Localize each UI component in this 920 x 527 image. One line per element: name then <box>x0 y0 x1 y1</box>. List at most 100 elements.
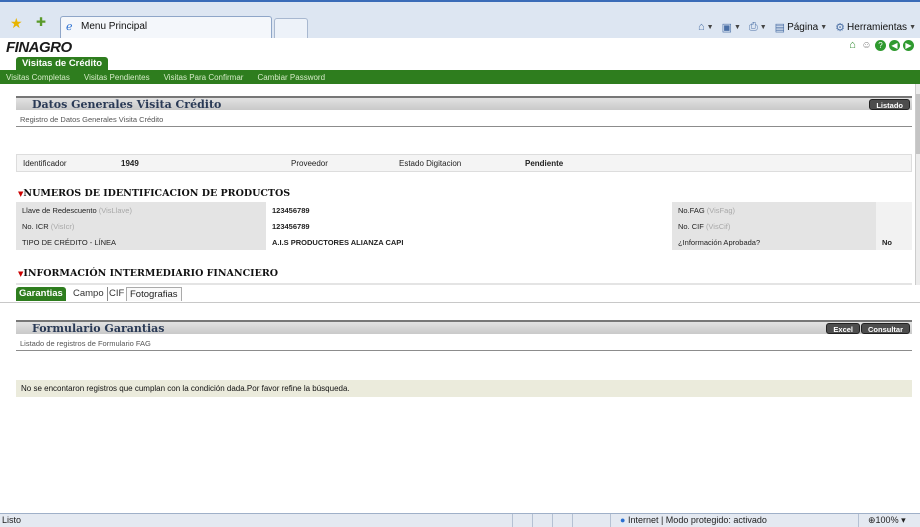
llave-label: Llave de Redescuento (VisLlave) <box>16 202 266 218</box>
cif-label: No. CIF (VisCif) <box>672 218 876 234</box>
chevron-down-icon: ▼ <box>706 23 714 31</box>
vertical-scrollbar[interactable] <box>915 84 920 285</box>
table-row: TIPO DE CRÉDITO - LÍNEA A.I.S PRODUCTORE… <box>16 234 912 250</box>
browser-toolbar: ★ ✚ ℯ Menu Principal ⌂ ▼ ▣ ▼ ⎙ ▼ ▤ Página ▼ ⚙… <box>0 0 920 38</box>
proveedor-label: Proveedor <box>291 159 328 168</box>
status-divider <box>532 514 533 527</box>
tab-campo[interactable]: Campo <box>70 287 108 301</box>
tab-cif[interactable]: CIF <box>106 287 129 301</box>
garantias-panel: Formulario Garantias Excel Consultar Lis… <box>0 303 920 513</box>
cif-value <box>876 218 912 234</box>
browser-tab-menu-principal[interactable]: ℯ Menu Principal <box>60 16 272 38</box>
zoom-control[interactable]: ⊕100% ▾ <box>868 515 906 526</box>
forward-icon[interactable]: ▶ <box>903 40 914 51</box>
home-icon: ⌂ <box>697 21 705 33</box>
add-favorite-icon[interactable]: ✚ <box>36 15 46 29</box>
zone-text: Internet | Modo protegido: activado <box>627 515 767 525</box>
feeds-icon: ▣ <box>721 21 732 34</box>
icr-value: 123456789 <box>266 218 672 234</box>
menu-item-visitas-completas[interactable]: Visitas Completas <box>6 73 70 82</box>
home-command[interactable]: ⌂ ▼ <box>698 21 714 33</box>
zoom-value: 100% <box>875 515 899 525</box>
section-subtitle: Listado de registros de Formulario FAG <box>20 339 151 348</box>
tipo-credito-value: A.I.S PRODUCTORES ALIANZA CAPI <box>266 234 672 250</box>
chevron-down-icon: ▼ <box>909 23 916 31</box>
productos-group-title[interactable]: ▼NUMEROS DE IDENTIFICACION DE PRODUCTOS <box>18 188 290 199</box>
home-icon[interactable]: ⌂ <box>847 40 858 51</box>
excel-button[interactable]: Excel <box>826 323 860 334</box>
section-subtitle: Registro de Datos Generales Visita Crédi… <box>20 115 164 124</box>
zoom-icon: ⊕ <box>868 515 876 525</box>
tools-menu-label: Herramientas <box>847 21 908 33</box>
status-divider <box>552 514 553 527</box>
tab-garantias[interactable]: Garantias <box>16 287 66 301</box>
informacion-aprobada-label: ¿Información Aprobada? <box>672 234 876 250</box>
fag-value <box>876 202 912 218</box>
back-icon[interactable]: ◀ <box>889 40 900 51</box>
scrollbar-thumb[interactable] <box>916 94 920 154</box>
visit-info-row: Identificador 1949 Proveedor Estado Digi… <box>16 154 912 172</box>
tab-fotografias[interactable]: Fotografias <box>126 287 182 301</box>
status-divider <box>512 514 513 527</box>
menu-item-visitas-confirmar[interactable]: Visitas Para Confirmar <box>164 73 244 82</box>
chevron-down-icon: ▼ <box>733 23 741 31</box>
module-tab-visitas-credito[interactable]: Visitas de Crédito <box>16 57 109 70</box>
icr-label: No. ICR (VisIcr) <box>16 218 266 234</box>
help-icon[interactable]: ? <box>875 40 886 51</box>
fag-label: No.FAG (VisFag) <box>672 202 876 218</box>
intermediario-title-text: INFORMACIÓN INTERMEDIARIO FINANCIERO <box>23 268 278 279</box>
section-title: Datos Generales Visita Crédito <box>32 98 222 111</box>
llave-value: 123456789 <box>266 202 672 218</box>
tipo-credito-label: TIPO DE CRÉDITO - LÍNEA <box>16 234 266 250</box>
detail-tabs: Garantias Campo CIF Fotografias <box>0 285 920 303</box>
command-bar: ⌂ ▼ ▣ ▼ ⎙ ▼ ▤ Página ▼ ⚙ Herramientas ▼ <box>698 18 920 36</box>
empty-results-message: No se encontaron registros que cumplan c… <box>16 380 912 397</box>
tools-command[interactable]: ⚙ Herramientas ▼ <box>835 21 916 34</box>
new-tab-button[interactable] <box>274 18 308 38</box>
chevron-down-icon: ▼ <box>759 23 767 31</box>
datos-generales-header: Datos Generales Visita Crédito Listado <box>16 96 912 111</box>
ie-page-icon: ℯ <box>66 21 73 33</box>
page-menu-label: Página <box>787 21 819 33</box>
tools-icon: ⚙ <box>835 21 846 34</box>
feeds-command[interactable]: ▣ ▼ <box>722 21 741 34</box>
favorites-star-icon[interactable]: ★ <box>10 15 23 32</box>
table-row: No. ICR (VisIcr) 123456789 No. CIF (VisC… <box>16 218 912 234</box>
browser-tab-title: Menu Principal <box>81 21 148 32</box>
status-text: Listo <box>2 515 22 525</box>
intermediario-group-title[interactable]: ▼INFORMACIÓN INTERMEDIARIO FINANCIERO <box>18 268 278 279</box>
estado-value: Pendiente <box>525 159 564 168</box>
identificador-value: 1949 <box>121 159 139 168</box>
page-icon: ▤ <box>774 21 786 34</box>
listado-button[interactable]: Listado <box>869 99 910 110</box>
user-icon[interactable]: ☺ <box>861 40 872 51</box>
status-divider <box>858 514 859 527</box>
menu-item-visitas-pendientes[interactable]: Visitas Pendientes <box>84 73 150 82</box>
print-command[interactable]: ⎙ ▼ <box>749 21 767 34</box>
chevron-down-icon: ▼ <box>820 23 828 31</box>
status-divider <box>572 514 573 527</box>
productos-title-text: NUMEROS DE IDENTIFICACION DE PRODUCTOS <box>23 188 291 199</box>
visit-details-panel[interactable]: Datos Generales Visita Crédito Listado R… <box>0 84 915 285</box>
section-title: Formulario Garantias <box>32 322 165 335</box>
table-row: Llave de Redescuento (VisLlave) 12345678… <box>16 202 912 218</box>
globe-icon: ● <box>620 515 626 525</box>
finagro-logo: FINAGRO <box>6 39 72 56</box>
informacion-aprobada-value: No <box>876 234 912 250</box>
identificador-label: Identificador <box>23 159 67 168</box>
print-icon: ⎙ <box>748 20 758 33</box>
divider <box>16 350 912 351</box>
formulario-garantias-header: Formulario Garantias Excel Consultar <box>16 320 912 335</box>
consultar-button[interactable]: Consultar <box>860 323 910 334</box>
productos-table: Llave de Redescuento (VisLlave) 12345678… <box>16 202 912 250</box>
page-command[interactable]: ▤ Página ▼ <box>775 21 827 34</box>
header-icons: ⌂ ☺ ? ◀ ▶ <box>847 40 914 51</box>
status-divider <box>610 514 611 527</box>
divider <box>16 126 912 127</box>
chevron-down-icon: ▾ <box>901 515 906 525</box>
browser-status-bar: Listo ● Internet | Modo protegido: activ… <box>0 513 920 527</box>
security-zone[interactable]: ● Internet | Modo protegido: activado <box>620 515 767 525</box>
estado-label: Estado Digitacion <box>399 159 462 168</box>
app-header: FINAGRO ⌂ ☺ ? ◀ ▶ <box>0 38 920 56</box>
menu-item-cambiar-password[interactable]: Cambiar Password <box>257 73 325 82</box>
